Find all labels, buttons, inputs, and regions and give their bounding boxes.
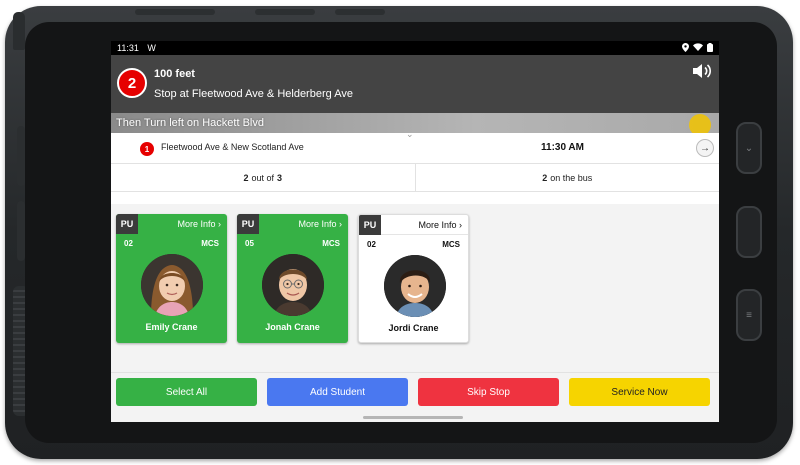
then-instruction-bar: Then Turn left on Hackett Blvd (111, 113, 719, 136)
collapse-chevron-icon[interactable]: ⌄ (406, 129, 414, 140)
card-meta: 02 MCS (116, 234, 227, 248)
next-stop-arrow-icon[interactable]: → (696, 139, 714, 157)
total-number: 3 (277, 172, 283, 183)
card-header: PU More Info › (116, 214, 227, 234)
app-screen: 11:31 W 2 100 feet Stop at Fleetwood Ave… (111, 41, 719, 422)
nav-step-badge: 2 (117, 68, 147, 98)
student-card[interactable]: PU More Info › 02 MCS Emily Crane (116, 214, 227, 343)
more-info-link[interactable]: More Info › (177, 219, 227, 229)
on-bus-label: on the bus (550, 172, 593, 183)
student-grade: 02 (124, 239, 133, 248)
side-port (17, 126, 25, 186)
student-cards-area: PU More Info › 02 MCS Emily Crane PU Mor… (111, 204, 719, 372)
more-info-link[interactable]: More Info › (298, 219, 348, 229)
navigation-banner: 2 100 feet Stop at Fleetwood Ave & Helde… (111, 55, 719, 113)
student-photo (384, 255, 446, 317)
student-card[interactable]: PU More Info › 05 MCS Jonah Crane (237, 214, 348, 343)
status-time: 11:31 (117, 43, 139, 53)
current-stop-row[interactable]: ⌄ 1 Fleetwood Ave & New Scotland Ave 11:… (111, 129, 719, 164)
student-school: MCS (322, 239, 340, 248)
action-bar: Select All Add Student Skip Stop Service… (111, 372, 719, 422)
top-bumper (135, 9, 215, 15)
student-school: MCS (442, 240, 460, 249)
student-grade: 02 (367, 240, 376, 249)
location-icon (682, 42, 689, 54)
skip-stop-button[interactable]: Skip Stop (418, 378, 559, 406)
notification-icon: W (147, 43, 156, 53)
home-hardware-button[interactable] (736, 206, 762, 258)
status-left: 11:31 W (117, 43, 156, 53)
service-now-button[interactable]: Service Now (569, 378, 710, 406)
student-grade: 05 (245, 239, 254, 248)
counts-row: 2 out of 3 2 on the bus (111, 164, 719, 192)
top-bumper (335, 9, 385, 15)
gesture-bar[interactable] (363, 416, 463, 419)
more-info-link[interactable]: More Info › (418, 220, 468, 230)
nav-distance: 100 feet (154, 68, 195, 80)
select-all-button[interactable]: Select All (116, 378, 257, 406)
student-name: Emily Crane (145, 322, 198, 332)
student-photo (141, 254, 203, 316)
completed-mid-text: out of (251, 172, 275, 183)
stop-number-badge: 1 (140, 142, 154, 156)
status-bar: 11:31 W (111, 41, 719, 55)
then-instruction: Then Turn left on Hackett Blvd (116, 117, 264, 129)
stop-time: 11:30 AM (541, 142, 584, 153)
stop-name: Fleetwood Ave & New Scotland Ave (161, 142, 304, 152)
card-header: PU More Info › (359, 215, 468, 235)
student-name: Jonah Crane (265, 322, 320, 332)
side-port (17, 201, 25, 261)
stylus (13, 12, 25, 50)
student-school: MCS (201, 239, 219, 248)
card-meta: 05 MCS (237, 234, 348, 248)
speaker-icon[interactable] (691, 61, 713, 81)
student-card[interactable]: PU More Info › 02 MCS Jordi Crane (358, 214, 469, 343)
on-bus-count: 2 on the bus (414, 164, 720, 191)
pickup-type-badge: PU (237, 214, 259, 234)
student-photo (262, 254, 324, 316)
recent-hardware-button[interactable]: ≡ (736, 289, 762, 341)
completed-number: 2 (243, 172, 249, 183)
nav-instruction: Stop at Fleetwood Ave & Helderberg Ave (154, 88, 353, 100)
completed-count: 2 out of 3 (111, 164, 415, 191)
wifi-icon (693, 43, 703, 53)
battery-icon (707, 42, 713, 54)
status-icons (682, 42, 713, 54)
back-hardware-button[interactable]: ⌄ (736, 122, 762, 174)
pickup-type-badge: PU (116, 214, 138, 234)
card-header: PU More Info › (237, 214, 348, 234)
add-student-button[interactable]: Add Student (267, 378, 408, 406)
student-name: Jordi Crane (388, 323, 439, 333)
on-bus-number: 2 (542, 172, 548, 183)
pickup-type-badge: PU (359, 215, 381, 235)
top-bumper (255, 9, 315, 15)
card-meta: 02 MCS (359, 235, 468, 249)
